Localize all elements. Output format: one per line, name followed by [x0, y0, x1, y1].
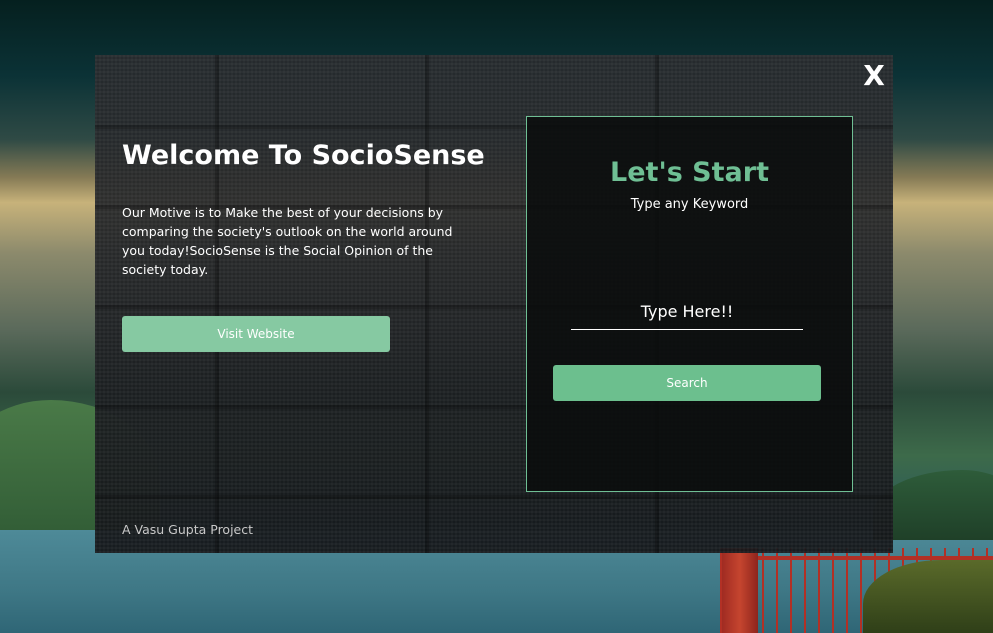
close-icon[interactable]: X — [862, 60, 886, 92]
panel-subtitle: Type any Keyword — [630, 197, 749, 212]
motive-text: Our Motive is to Make the best of your d… — [122, 205, 453, 277]
keyword-input[interactable] — [571, 293, 803, 330]
search-button[interactable]: Search — [553, 365, 821, 401]
search-panel: Let's Start Type any Keyword Search — [526, 116, 853, 492]
credit-text: A Vasu Gupta Project — [122, 522, 254, 537]
page-title: Welcome To SocioSense — [122, 140, 485, 171]
visit-website-button[interactable]: Visit Website — [122, 316, 390, 352]
background-bridge-tower — [722, 548, 758, 633]
panel-title: Let's Start — [610, 157, 769, 188]
